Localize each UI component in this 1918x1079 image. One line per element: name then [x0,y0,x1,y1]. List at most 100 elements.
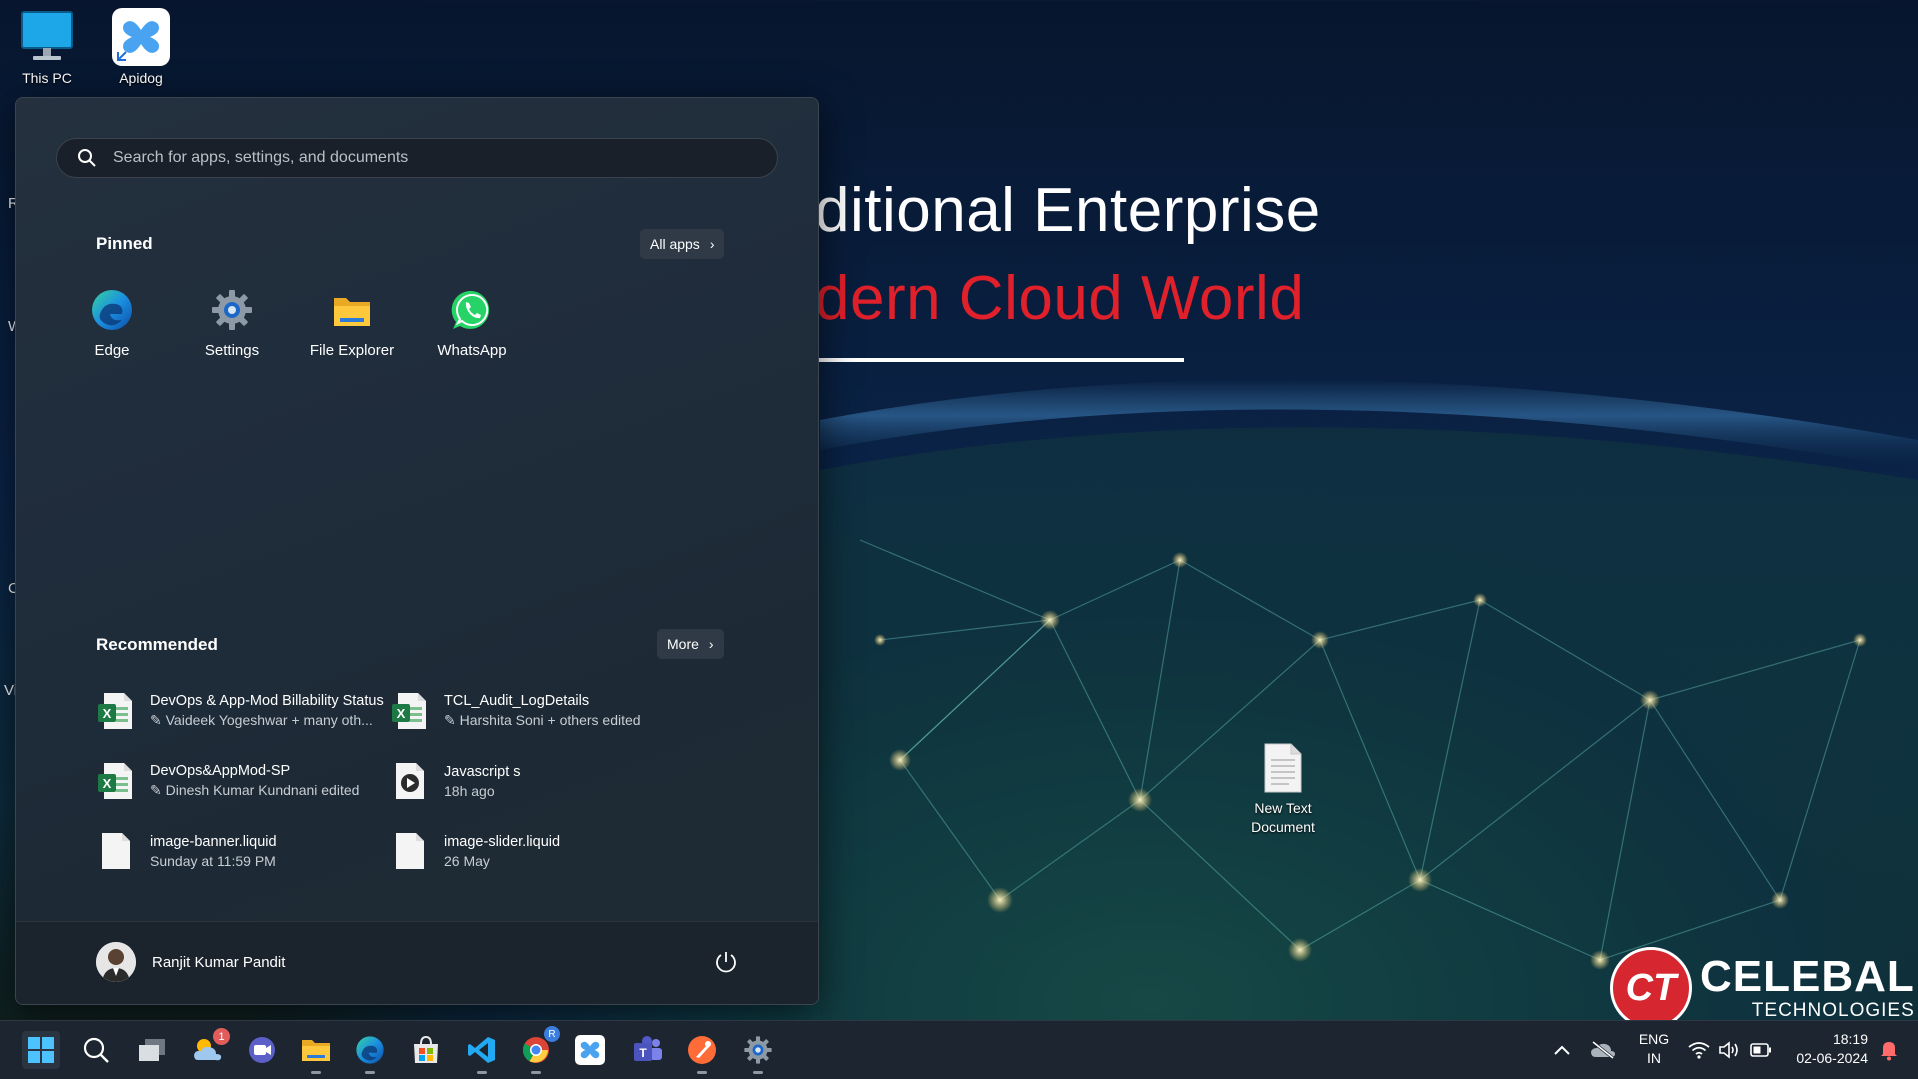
pinned-app-file-explorer[interactable]: File Explorer [297,288,407,359]
video-camera-icon [249,1037,275,1063]
all-apps-label: All apps [650,236,700,252]
recommended-item-detail: Vaideek Yogeshwar + many oth... [165,712,373,728]
taskbar-search-button[interactable] [78,1032,114,1068]
settings-gear-icon [744,1036,772,1064]
desktop-icon-label: New Text [1254,800,1312,816]
volume-icon [1719,1041,1738,1059]
recommended-item-detail: Dinesh Kumar Kundnani edited [165,782,360,798]
whatsapp-icon [451,290,490,329]
taskbar-widgets-button[interactable]: 1 [190,1028,230,1068]
teams-icon: T [634,1036,662,1061]
store-icon [414,1035,438,1063]
recommended-item-name: TCL_Audit_LogDetails [444,693,590,709]
running-indicator [753,1071,763,1074]
desktop-icon-label: This PC [22,70,72,86]
taskbar-teams-button[interactable]: T [630,1032,666,1068]
taskbar: 1 R T ENG IN 18:19 02-06-2024 [0,1020,1918,1079]
running-indicator [531,1071,541,1074]
recommended-item[interactable]: image-banner.liquid Sunday at 11:59 PM [96,826,426,876]
file-icon [396,833,424,869]
wallpaper-banner-rule [818,358,1184,362]
onedrive-status-button[interactable] [1588,1032,1618,1068]
taskbar-start-button[interactable] [22,1031,60,1069]
video-icon [396,763,424,799]
edge-icon [92,290,132,330]
monitor-icon [19,8,75,66]
pencil-icon: ✎ [444,712,460,728]
start-search-box[interactable] [56,138,778,178]
recommended-item-name: image-banner.liquid [150,833,277,850]
apidog-icon [575,1035,605,1065]
svg-text:T: T [639,1046,647,1060]
notification-badge: 1 [213,1028,230,1045]
region-code: IN [1647,1050,1661,1066]
quick-settings-button[interactable] [1680,1032,1780,1068]
taskbar-vscode-button[interactable] [464,1032,500,1074]
desktop-icon-label: Apidog [119,70,163,86]
desktop-icon-this-pc[interactable]: This PC [2,8,92,86]
chevron-right-icon: › [709,236,715,252]
running-indicator [477,1071,487,1074]
taskbar-meet-button[interactable] [244,1032,280,1068]
language-code: ENG [1638,1031,1670,1047]
user-account-button[interactable]: Ranjit Kumar Pandit [96,942,285,982]
clock-date: 02-06-2024 [1796,1050,1868,1066]
taskbar-store-button[interactable] [408,1032,444,1068]
clock-time: 18:19 [1832,1031,1868,1047]
desktop-icon-new-text-document[interactable]: New Text Document [1238,742,1328,837]
recommended-item-detail: Harshita Soni + others edited [459,712,641,728]
recommended-item-detail: 26 May [444,852,490,869]
task-view-icon [139,1039,165,1061]
clock[interactable]: 18:19 02-06-2024 [1784,1030,1868,1068]
taskbar-settings-button[interactable] [740,1032,776,1074]
pinned-app-label: File Explorer [309,342,395,359]
recommended-item-name: image-slider.liquid [444,833,561,850]
text-file-icon [1264,743,1302,793]
pinned-app-label: Settings [204,342,260,359]
excel-icon: X [392,693,426,729]
taskbar-apidog-button[interactable] [572,1032,608,1068]
show-hidden-icons-button[interactable] [1547,1032,1577,1068]
more-button[interactable]: More › [657,629,724,659]
postman-icon [688,1036,716,1064]
taskbar-chrome-button[interactable]: R [518,1026,560,1074]
recommended-item[interactable]: image-slider.liquid 26 May [390,826,720,876]
pinned-title: Pinned [96,234,153,253]
celebal-logo-name: CELEBAL [1700,952,1915,1001]
recommended-item-detail: 18h ago [444,782,495,799]
pinned-app-edge[interactable]: Edge [57,288,167,359]
recommended-item-name: DevOps & App-Mod Billability Status [150,693,384,709]
search-icon [78,149,96,167]
recommended-item[interactable]: Javascript s 18h ago [390,756,720,806]
notifications-button[interactable] [1874,1032,1904,1068]
taskbar-postman-button[interactable] [684,1032,720,1074]
desktop-icon-label: Document [1251,819,1315,835]
language-indicator[interactable]: ENG IN [1634,1030,1674,1068]
battery-icon [1750,1043,1771,1057]
all-apps-button[interactable]: All apps › [640,229,725,259]
svg-text:X: X [103,776,112,791]
edge-icon [356,1036,384,1064]
power-icon[interactable] [714,950,738,974]
celebal-logo: CT CELEBAL TECHNOLOGIES [1610,947,1915,1029]
start-search-input[interactable] [111,148,715,168]
wifi-icon [1688,1042,1710,1059]
pinned-app-settings[interactable]: Settings [177,288,287,359]
pinned-app-whatsapp[interactable]: WhatsApp [417,288,527,359]
vscode-icon [468,1037,495,1063]
recommended-item[interactable]: X DevOps & App-Mod Billability Status ✎ … [96,686,426,736]
recommended-item[interactable]: X TCL_Audit_LogDetails ✎ Harshita Soni +… [390,686,720,736]
windows-logo-icon [28,1037,54,1063]
taskbar-task-view-button[interactable] [134,1032,170,1068]
more-label: More [667,636,699,652]
desktop-icon-apidog[interactable]: Apidog [96,8,186,86]
cloud-offline-icon [1591,1041,1615,1059]
recommended-item[interactable]: X DevOps&AppMod-SP ✎ Dinesh Kumar Kundna… [96,756,426,806]
pinned-app-label: WhatsApp [437,342,507,359]
taskbar-edge-button[interactable] [352,1032,388,1074]
svg-text:X: X [103,706,112,721]
avatar [96,942,136,982]
folder-icon [302,1040,330,1061]
apidog-icon [112,8,170,66]
taskbar-file-explorer-button[interactable] [298,1032,334,1074]
